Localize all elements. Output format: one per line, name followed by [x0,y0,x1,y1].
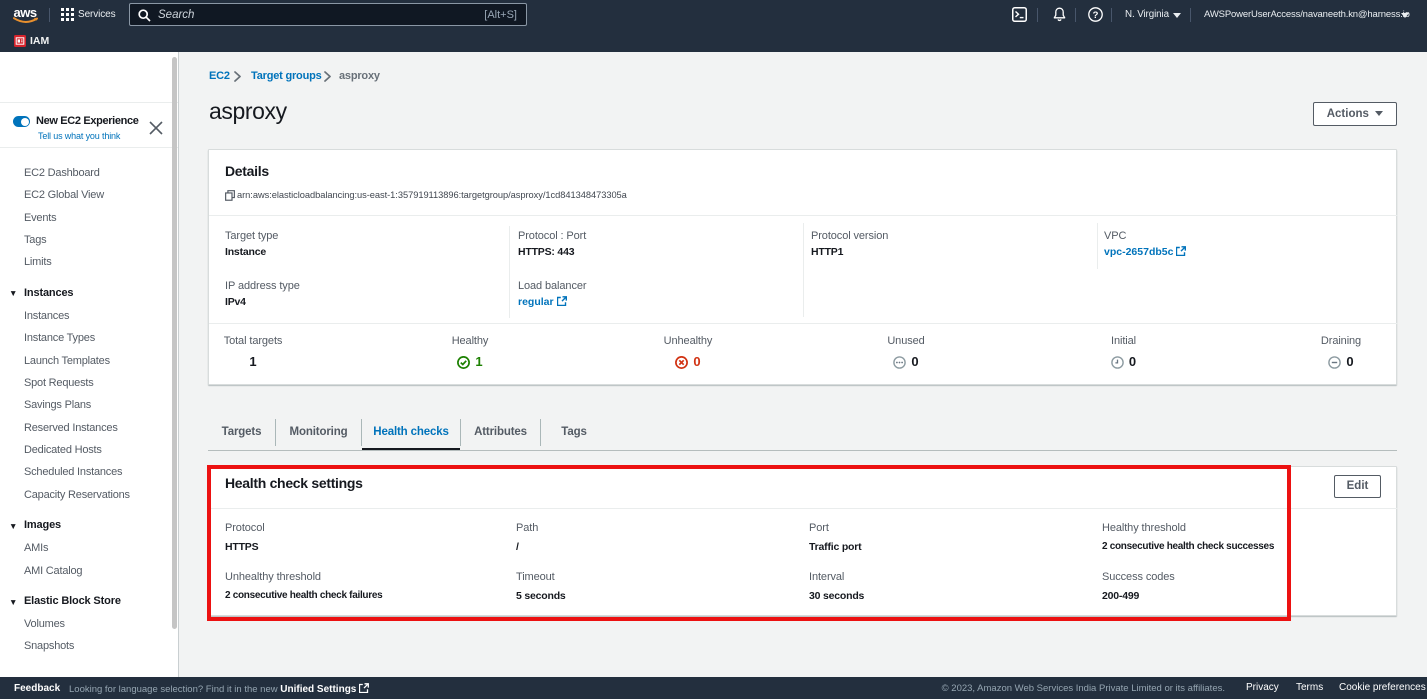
svg-text:?: ? [1093,10,1099,21]
svg-text:aws: aws [14,5,37,20]
